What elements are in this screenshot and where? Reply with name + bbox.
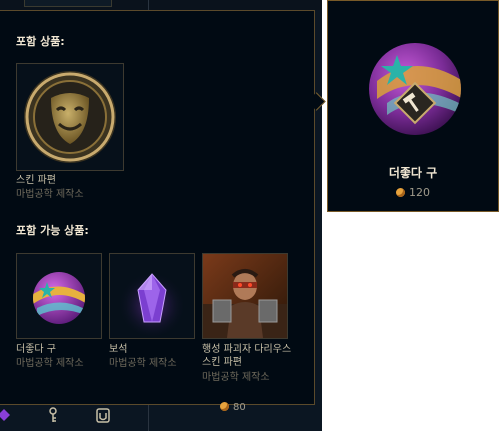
possible-item-name: 행성 파괴자 다리우스 스킨 파편 bbox=[202, 344, 292, 368]
chest-icon[interactable] bbox=[96, 407, 110, 423]
included-item-source: 마법공학 제작소 bbox=[16, 189, 84, 200]
possible-item-source: 마법공학 제작소 bbox=[109, 358, 177, 369]
bottom-price-value: 80 bbox=[233, 402, 246, 413]
possible-item-skin-shard[interactable] bbox=[202, 253, 288, 339]
bottom-divider bbox=[148, 405, 149, 431]
possible-item-orb[interactable] bbox=[16, 253, 102, 339]
gem-icon[interactable] bbox=[0, 407, 14, 423]
orb-icon bbox=[369, 43, 461, 135]
bottom-price: 80 bbox=[220, 402, 246, 413]
included-item-name: 스킨 파편 bbox=[16, 175, 56, 186]
key-icon[interactable] bbox=[46, 407, 60, 423]
orb-icon bbox=[33, 272, 85, 324]
included-item-skin-shard[interactable] bbox=[16, 63, 124, 171]
top-tab[interactable] bbox=[24, 0, 112, 7]
possible-items-title: 포함 가능 상품: bbox=[16, 224, 89, 237]
possible-item-name: 보석 bbox=[109, 344, 128, 355]
possible-item-source: 마법공학 제작소 bbox=[202, 372, 270, 383]
possible-item-source: 마법공학 제작소 bbox=[16, 358, 84, 369]
loot-contents-popup: 포함 상품: 스킨 파편 마법공학 제작소 포함 가능 상품: 더좋다 구 마법… bbox=[0, 10, 315, 405]
included-items-title: 포함 상품: bbox=[16, 35, 65, 48]
column-divider bbox=[148, 0, 149, 10]
possible-item-name: 더좋다 구 bbox=[16, 344, 56, 355]
card-item-name: 더좋다 구 bbox=[388, 166, 438, 180]
card-price-value: 120 bbox=[409, 186, 430, 199]
card-price: 120 bbox=[328, 186, 498, 199]
orange-essence-icon bbox=[220, 402, 229, 411]
possible-item-gemstone[interactable] bbox=[109, 253, 195, 339]
skin-portrait-icon bbox=[203, 254, 287, 338]
skin-shard-mask-icon bbox=[24, 71, 116, 163]
gemstone-icon bbox=[118, 268, 186, 336]
loot-card-orb[interactable]: 더좋다 구 120 bbox=[327, 0, 499, 212]
orange-essence-icon bbox=[396, 188, 405, 197]
